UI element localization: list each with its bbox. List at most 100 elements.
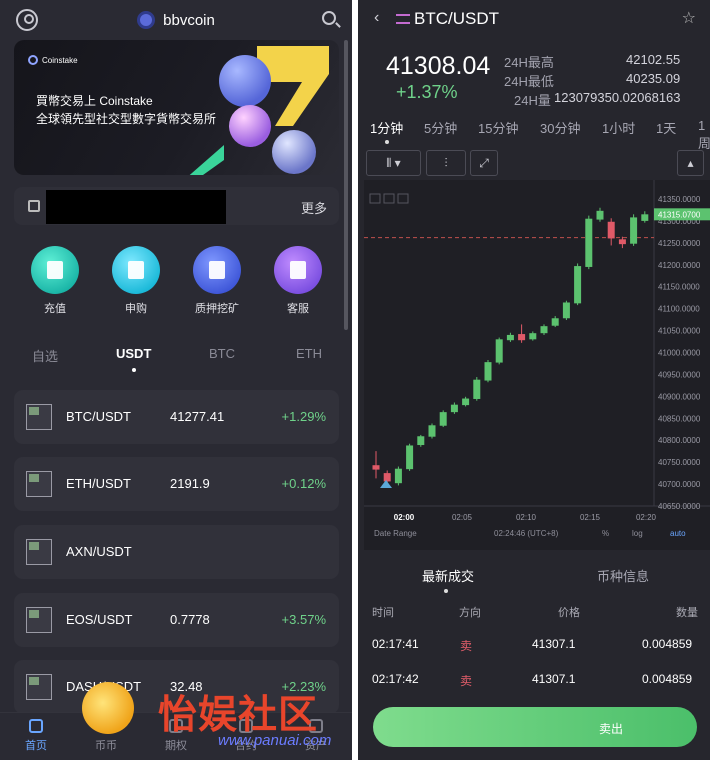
trade-qty: 0.004859 (642, 672, 693, 686)
market-pair: AXN/USDT (66, 544, 132, 559)
stat-label: 24H最高 (504, 55, 554, 70)
clock-label: 02:24:46 (UTC+8) (494, 529, 559, 538)
kline-svg[interactable]: 41350.000041300.000041250.000041200.0000… (364, 180, 710, 550)
brand: bbvcoin (137, 11, 215, 29)
cart-icon (112, 246, 160, 294)
top-bar: ‹ BTC/USDT ☆ (358, 0, 710, 38)
interval-tabs: 1分钟 5分钟 15分钟 30分钟 1小时 1天 1周 (358, 116, 710, 151)
watermark-url: www.panuai.com (218, 732, 332, 749)
switch-icon (396, 14, 410, 24)
tab-1d[interactable]: 1天 (656, 118, 676, 137)
tab-1h[interactable]: 1小时 (602, 118, 635, 137)
candle-body (428, 425, 436, 437)
y-tick-label: 41250.0000 (658, 239, 701, 248)
scrollbar[interactable] (344, 40, 348, 330)
tab-btc[interactable]: BTC (209, 346, 235, 361)
indicator-button[interactable]: ⫶ (426, 150, 466, 176)
tab-5m[interactable]: 5分钟 (424, 118, 457, 137)
mascot-icon (82, 682, 134, 734)
pickaxe-icon (193, 246, 241, 294)
stat-low: 24H最低 (504, 71, 554, 90)
stat-volume: 24H量 (514, 90, 551, 109)
tab-coin-info[interactable]: 币种信息 (597, 566, 649, 585)
more-link[interactable]: 更多 (301, 198, 327, 217)
tab-usdt[interactable]: USDT (116, 346, 151, 372)
trade-price: 41307.1 (532, 672, 576, 686)
market-row[interactable]: BTC/USDT 41277.41 +1.29% (14, 390, 339, 444)
user-icon[interactable] (16, 9, 38, 31)
candle-type-button[interactable]: ⫴ ▾ (366, 150, 421, 176)
tab-15m[interactable]: 15分钟 (478, 118, 518, 137)
notice-text-redacted (46, 190, 226, 224)
tab-1w[interactable]: 1周 (698, 118, 710, 152)
tab-eth[interactable]: ETH (296, 346, 322, 361)
market-price: 2191.9 (170, 476, 210, 491)
market-row[interactable]: AXN/USDT (14, 525, 339, 579)
speaker-icon (28, 200, 40, 212)
kline-chart[interactable]: 41350.0000 41300.0000 41250.0000 41200.0000… (364, 180, 710, 550)
nav-home[interactable]: 首页 (8, 719, 64, 753)
candle-body (439, 412, 447, 426)
quick-label: 申购 (125, 303, 147, 315)
trade-side: 卖 (460, 674, 473, 688)
banner-logo: Coinstake (28, 55, 78, 65)
y-tick-label: 40850.0000 (658, 414, 701, 423)
auto-toggle: auto (670, 529, 686, 538)
quick-subscribe[interactable]: 申购 (106, 246, 166, 316)
candle-body (462, 398, 470, 406)
stat-low-value: 40235.09 (626, 71, 681, 86)
fullscreen-button[interactable]: ⤢ (470, 150, 498, 176)
market-row[interactable]: EOS/USDT 0.7778 +3.57% (14, 593, 339, 647)
candle-body (484, 362, 492, 381)
tab-favorites[interactable]: 自选 (32, 346, 58, 365)
collapse-button[interactable]: ▴ (677, 150, 704, 176)
quick-support[interactable]: 客服 (268, 246, 328, 316)
market-row[interactable]: ETH/USDT 2191.9 +0.12% (14, 457, 339, 511)
log-toggle: log (632, 529, 643, 538)
banner-logo-text: Coinstake (42, 55, 78, 65)
candle-body (372, 465, 380, 470)
y-tick-label: 40800.0000 (658, 436, 701, 445)
tab-indicator (444, 589, 448, 593)
tab-1m[interactable]: 1分钟 (370, 118, 403, 144)
quick-staking[interactable]: 质押挖矿 (187, 246, 247, 316)
notice-bar[interactable]: 更多 (14, 187, 339, 225)
tab-latest-trades[interactable]: 最新成交 (422, 566, 474, 585)
brand-name: bbvcoin (163, 11, 215, 29)
market-price: 41277.41 (170, 409, 225, 424)
y-tick-label: 41350.0000 (658, 195, 701, 204)
candle-body (394, 468, 402, 484)
quick-label: 质押挖矿 (195, 303, 239, 315)
market-pair: EOS/USDT (66, 612, 133, 627)
home-icon (29, 719, 43, 733)
legend-box-icon (369, 193, 381, 204)
brand-logo-icon (137, 11, 156, 29)
last-price-label: 41315.0700 (658, 210, 701, 219)
trade-time: 02:17:42 (372, 672, 419, 686)
legend-box-icon (397, 193, 409, 204)
candle-body (596, 210, 604, 220)
market-change: +1.29% (281, 409, 326, 424)
candle-body (551, 318, 559, 326)
promo-banner[interactable]: Coinstake 買幣交易上 Coinstake 全球領先型社交型數字貨幣交易… (14, 40, 339, 175)
candle-body (450, 404, 458, 413)
banner-decoration (184, 145, 224, 175)
header-side: 方向 (459, 607, 481, 619)
y-tick-label: 40750.0000 (658, 458, 701, 467)
back-icon[interactable]: ‹ (374, 9, 379, 27)
candle-body (540, 326, 548, 334)
sell-button[interactable]: 卖出 (373, 707, 697, 747)
coin-icon (219, 55, 271, 107)
star-icon[interactable]: ☆ (682, 8, 696, 28)
pair-title[interactable]: BTC/USDT (396, 9, 499, 29)
trade-time: 02:17:41 (372, 637, 419, 651)
quick-deposit[interactable]: 充值 (25, 246, 85, 316)
candle-body (607, 221, 615, 239)
x-tick-label: 02:00 (394, 513, 415, 522)
y-tick-label: 40950.0000 (658, 370, 701, 379)
stat-volume-value: 123079350.02068163 (554, 90, 681, 105)
tab-30m[interactable]: 30分钟 (540, 118, 580, 137)
candle-body (641, 214, 649, 221)
trade-side: 卖 (460, 639, 473, 653)
search-icon[interactable] (322, 11, 336, 25)
